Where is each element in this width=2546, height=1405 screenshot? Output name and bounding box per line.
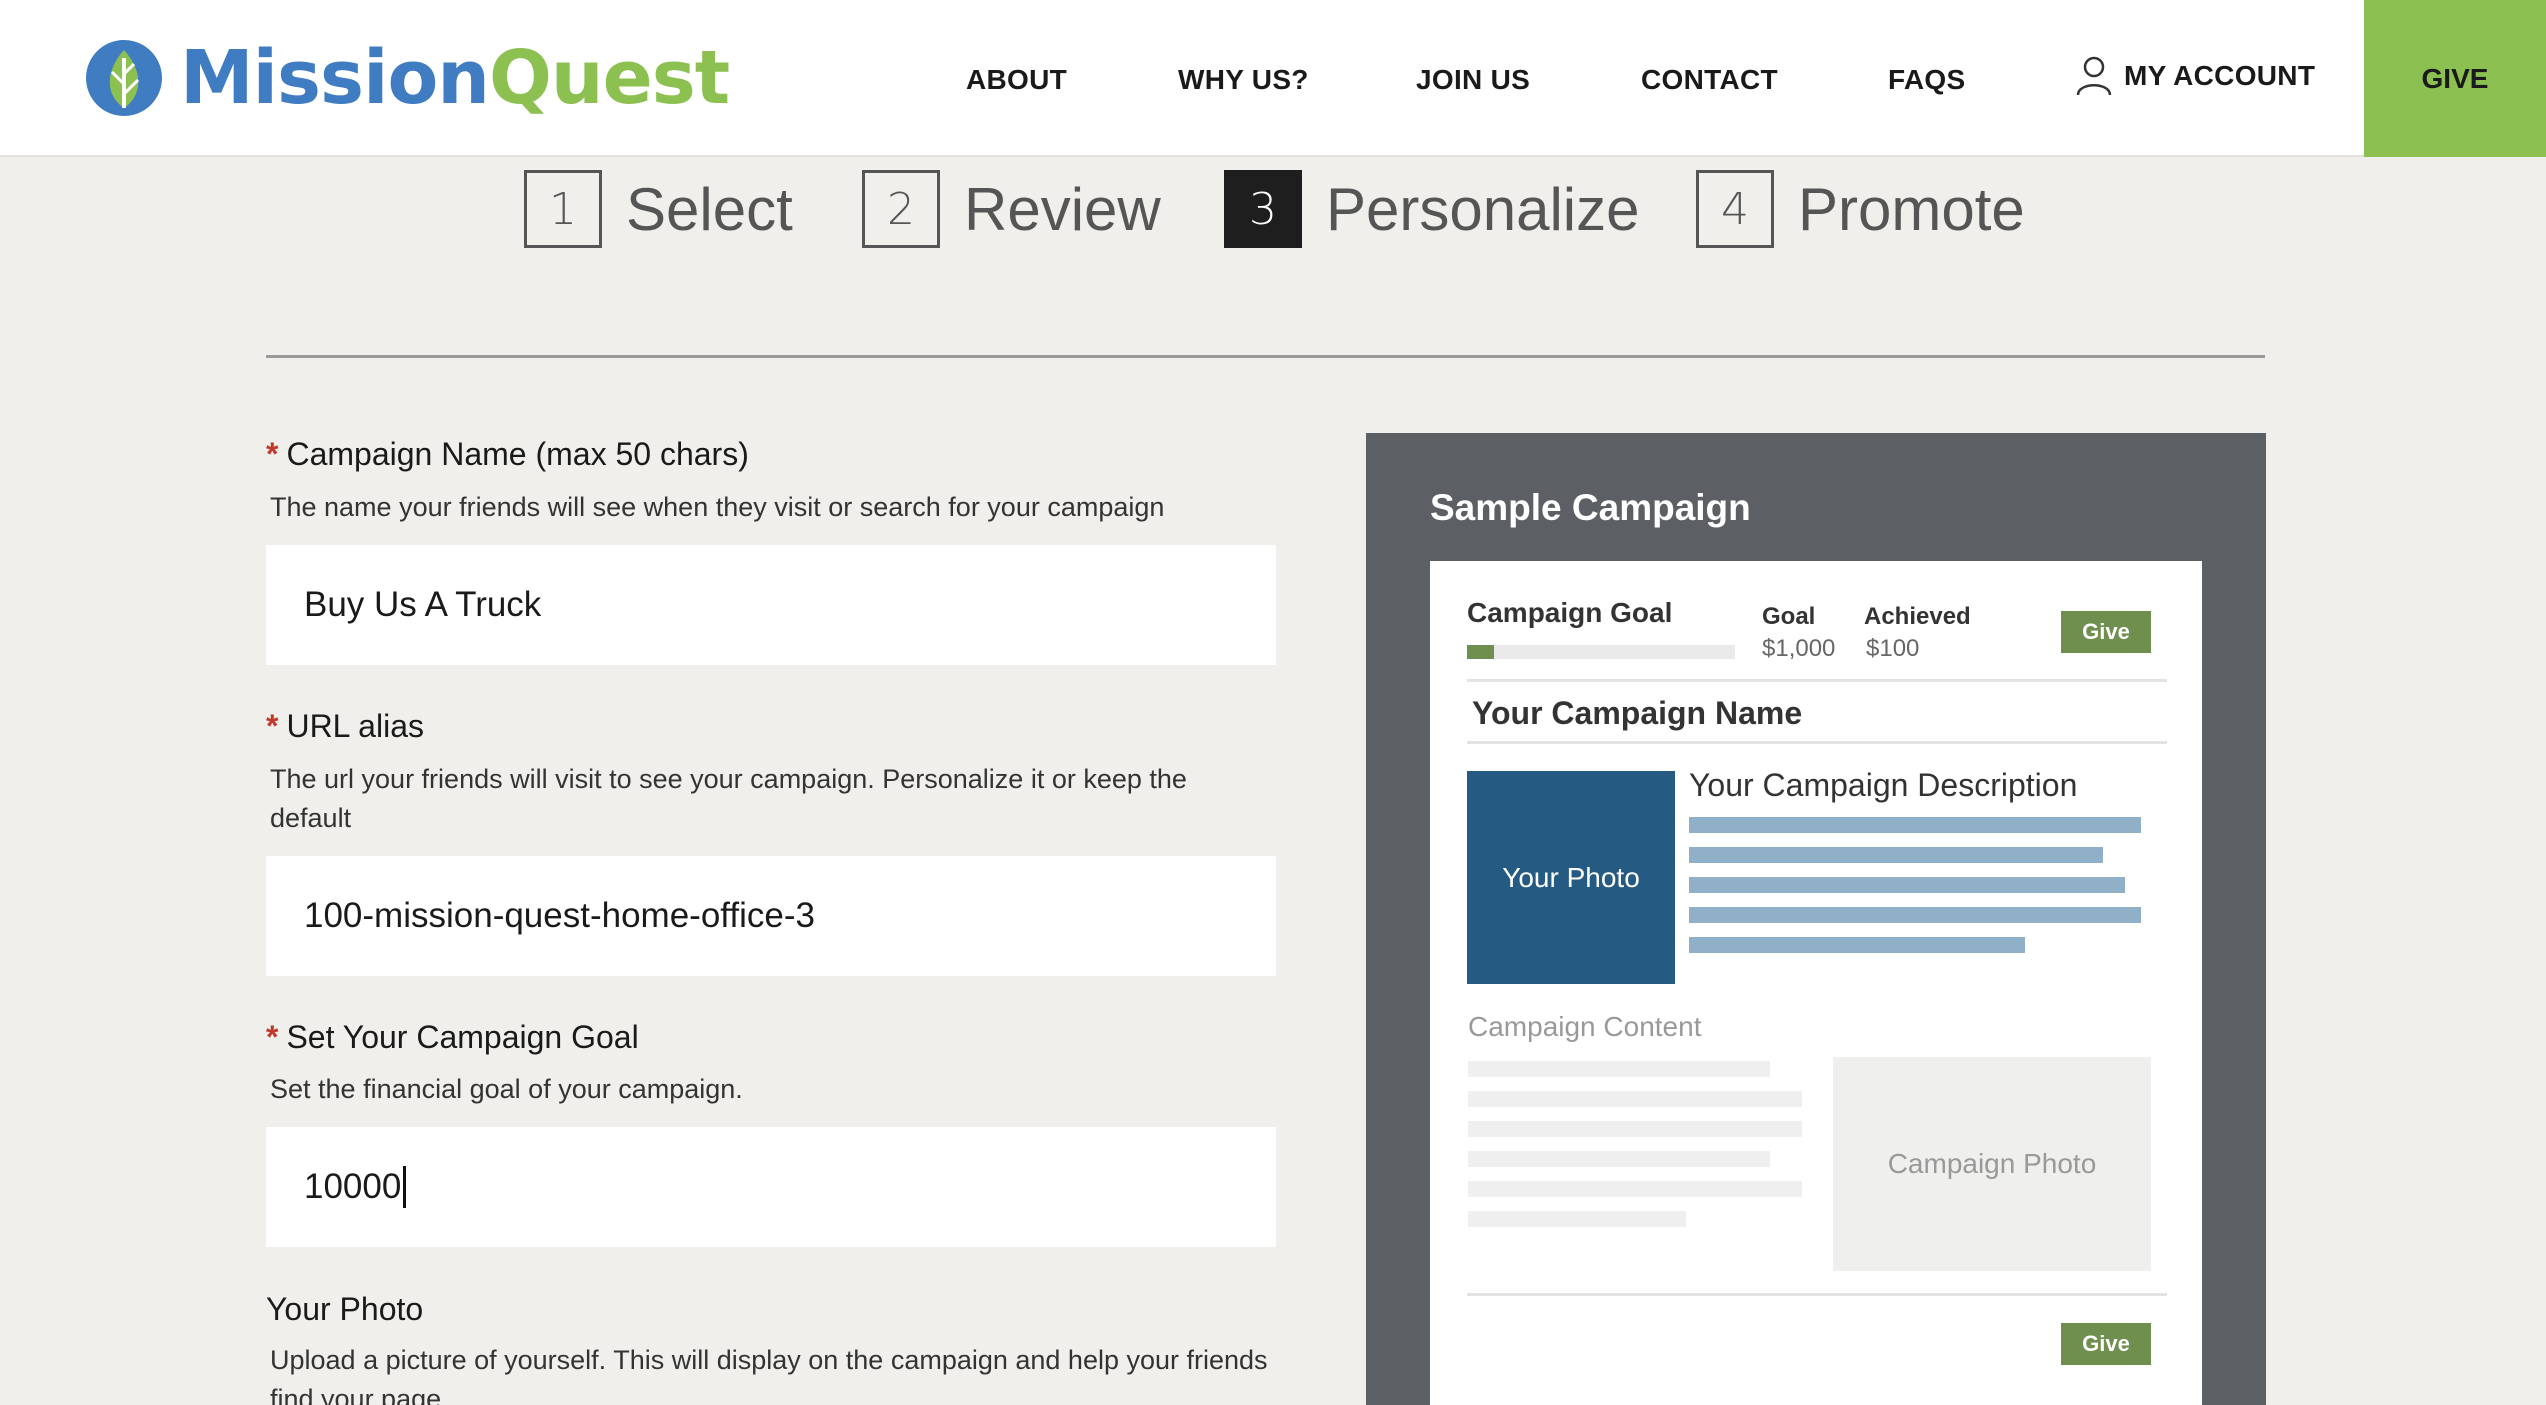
nav-faqs[interactable]: FAQS	[1888, 64, 1965, 96]
nav-why-us[interactable]: WHY US?	[1178, 64, 1309, 96]
goal-input-value: 10000	[304, 1167, 402, 1206]
user-icon	[2076, 56, 2112, 96]
sample-goal-progress-fill	[1467, 645, 1494, 659]
sample-campaign-card: Campaign Goal Goal $1,000 Achieved $100 …	[1430, 561, 2202, 1405]
content-placeholder-line	[1468, 1061, 1770, 1077]
sample-achieved-label: Achieved	[1864, 603, 1971, 630]
content-placeholder-line	[1468, 1091, 1802, 1107]
sample-campaign-description: Your Campaign Description	[1689, 767, 2078, 803]
required-mark: *	[266, 1019, 279, 1055]
sample-campaign-name: Your Campaign Name	[1472, 695, 1803, 731]
campaign-goal-input[interactable]: 10000	[266, 1127, 1276, 1247]
site-header: MissionQuest ABOUT WHY US? JOIN US CONTA…	[0, 0, 2546, 157]
nav-contact[interactable]: CONTACT	[1641, 64, 1778, 96]
sample-campaign-photo: Campaign Photo	[1833, 1057, 2151, 1271]
text-caret	[403, 1166, 407, 1208]
step-number: 3	[1224, 170, 1302, 248]
campaign-goal-help: Set the financial goal of your campaign.	[270, 1074, 743, 1104]
campaign-name-label: * Campaign Name (max 50 chars)	[266, 436, 749, 472]
content-placeholder-line	[1468, 1181, 1802, 1197]
nav-join-us[interactable]: JOIN US	[1416, 64, 1530, 96]
brand-logo[interactable]: MissionQuest	[84, 35, 730, 121]
your-photo-label: Your Photo	[266, 1291, 424, 1327]
step-number: 1	[524, 170, 602, 248]
sample-goal-progress	[1467, 645, 1735, 659]
leaf-logo-icon	[86, 40, 162, 116]
step-number: 4	[1696, 170, 1774, 248]
sample-give-button: Give	[2061, 611, 2151, 653]
content-placeholder-line	[1468, 1211, 1686, 1227]
sample-goal-heading: Campaign Goal	[1467, 597, 1673, 628]
description-placeholder-line	[1689, 817, 2141, 833]
sample-give-button-bottom: Give	[2061, 1323, 2151, 1365]
step-number: 2	[862, 170, 940, 248]
description-placeholder-line	[1689, 877, 2125, 893]
step-select[interactable]: 1 Select	[524, 170, 793, 248]
content-placeholder-line	[1468, 1121, 1802, 1137]
section-divider	[266, 355, 2265, 358]
sample-goal-label: Goal	[1762, 603, 1816, 630]
nav-my-account[interactable]: MY ACCOUNT	[2076, 56, 2315, 96]
required-mark: *	[266, 708, 279, 744]
give-button[interactable]: GIVE	[2364, 0, 2546, 157]
sample-achieved-value: $100	[1866, 635, 1920, 662]
sample-rule	[1467, 1293, 2167, 1296]
url-alias-input[interactable]	[266, 856, 1276, 976]
sample-rule	[1467, 679, 2167, 682]
nav-about[interactable]: ABOUT	[966, 64, 1067, 96]
url-alias-help: The url your friends will visit to see y…	[270, 764, 1187, 833]
step-personalize[interactable]: 3 Personalize	[1224, 170, 1640, 248]
step-label: Promote	[1798, 175, 2025, 243]
sample-your-photo: Your Photo	[1467, 771, 1675, 984]
content-placeholder-line	[1468, 1151, 1770, 1167]
campaign-name-input[interactable]	[266, 545, 1276, 665]
sample-campaign-content: Campaign Content	[1468, 1011, 1702, 1042]
step-label: Personalize	[1326, 175, 1640, 243]
campaign-name-help: The name your friends will see when they…	[270, 492, 1165, 522]
campaign-goal-label: * Set Your Campaign Goal	[266, 1019, 639, 1055]
step-review[interactable]: 2 Review	[862, 170, 1161, 248]
url-alias-label: * URL alias	[266, 708, 424, 744]
step-label: Review	[964, 175, 1161, 243]
description-placeholder-line	[1689, 937, 2025, 953]
step-label: Select	[626, 175, 793, 243]
sample-goal-value: $1,000	[1762, 635, 1836, 662]
sample-rule	[1467, 741, 2167, 744]
brand-name: MissionQuest	[180, 35, 730, 121]
description-placeholder-line	[1689, 907, 2141, 923]
required-mark: *	[266, 436, 279, 472]
description-placeholder-line	[1689, 847, 2103, 863]
sample-campaign-panel: Sample Campaign Campaign Goal Goal $1,00…	[1366, 433, 2266, 1405]
your-photo-help: Upload a picture of yourself. This will …	[270, 1345, 1268, 1405]
my-account-label: MY ACCOUNT	[2124, 60, 2316, 91]
step-promote[interactable]: 4 Promote	[1696, 170, 2025, 248]
sample-campaign-title: Sample Campaign	[1430, 487, 1751, 528]
